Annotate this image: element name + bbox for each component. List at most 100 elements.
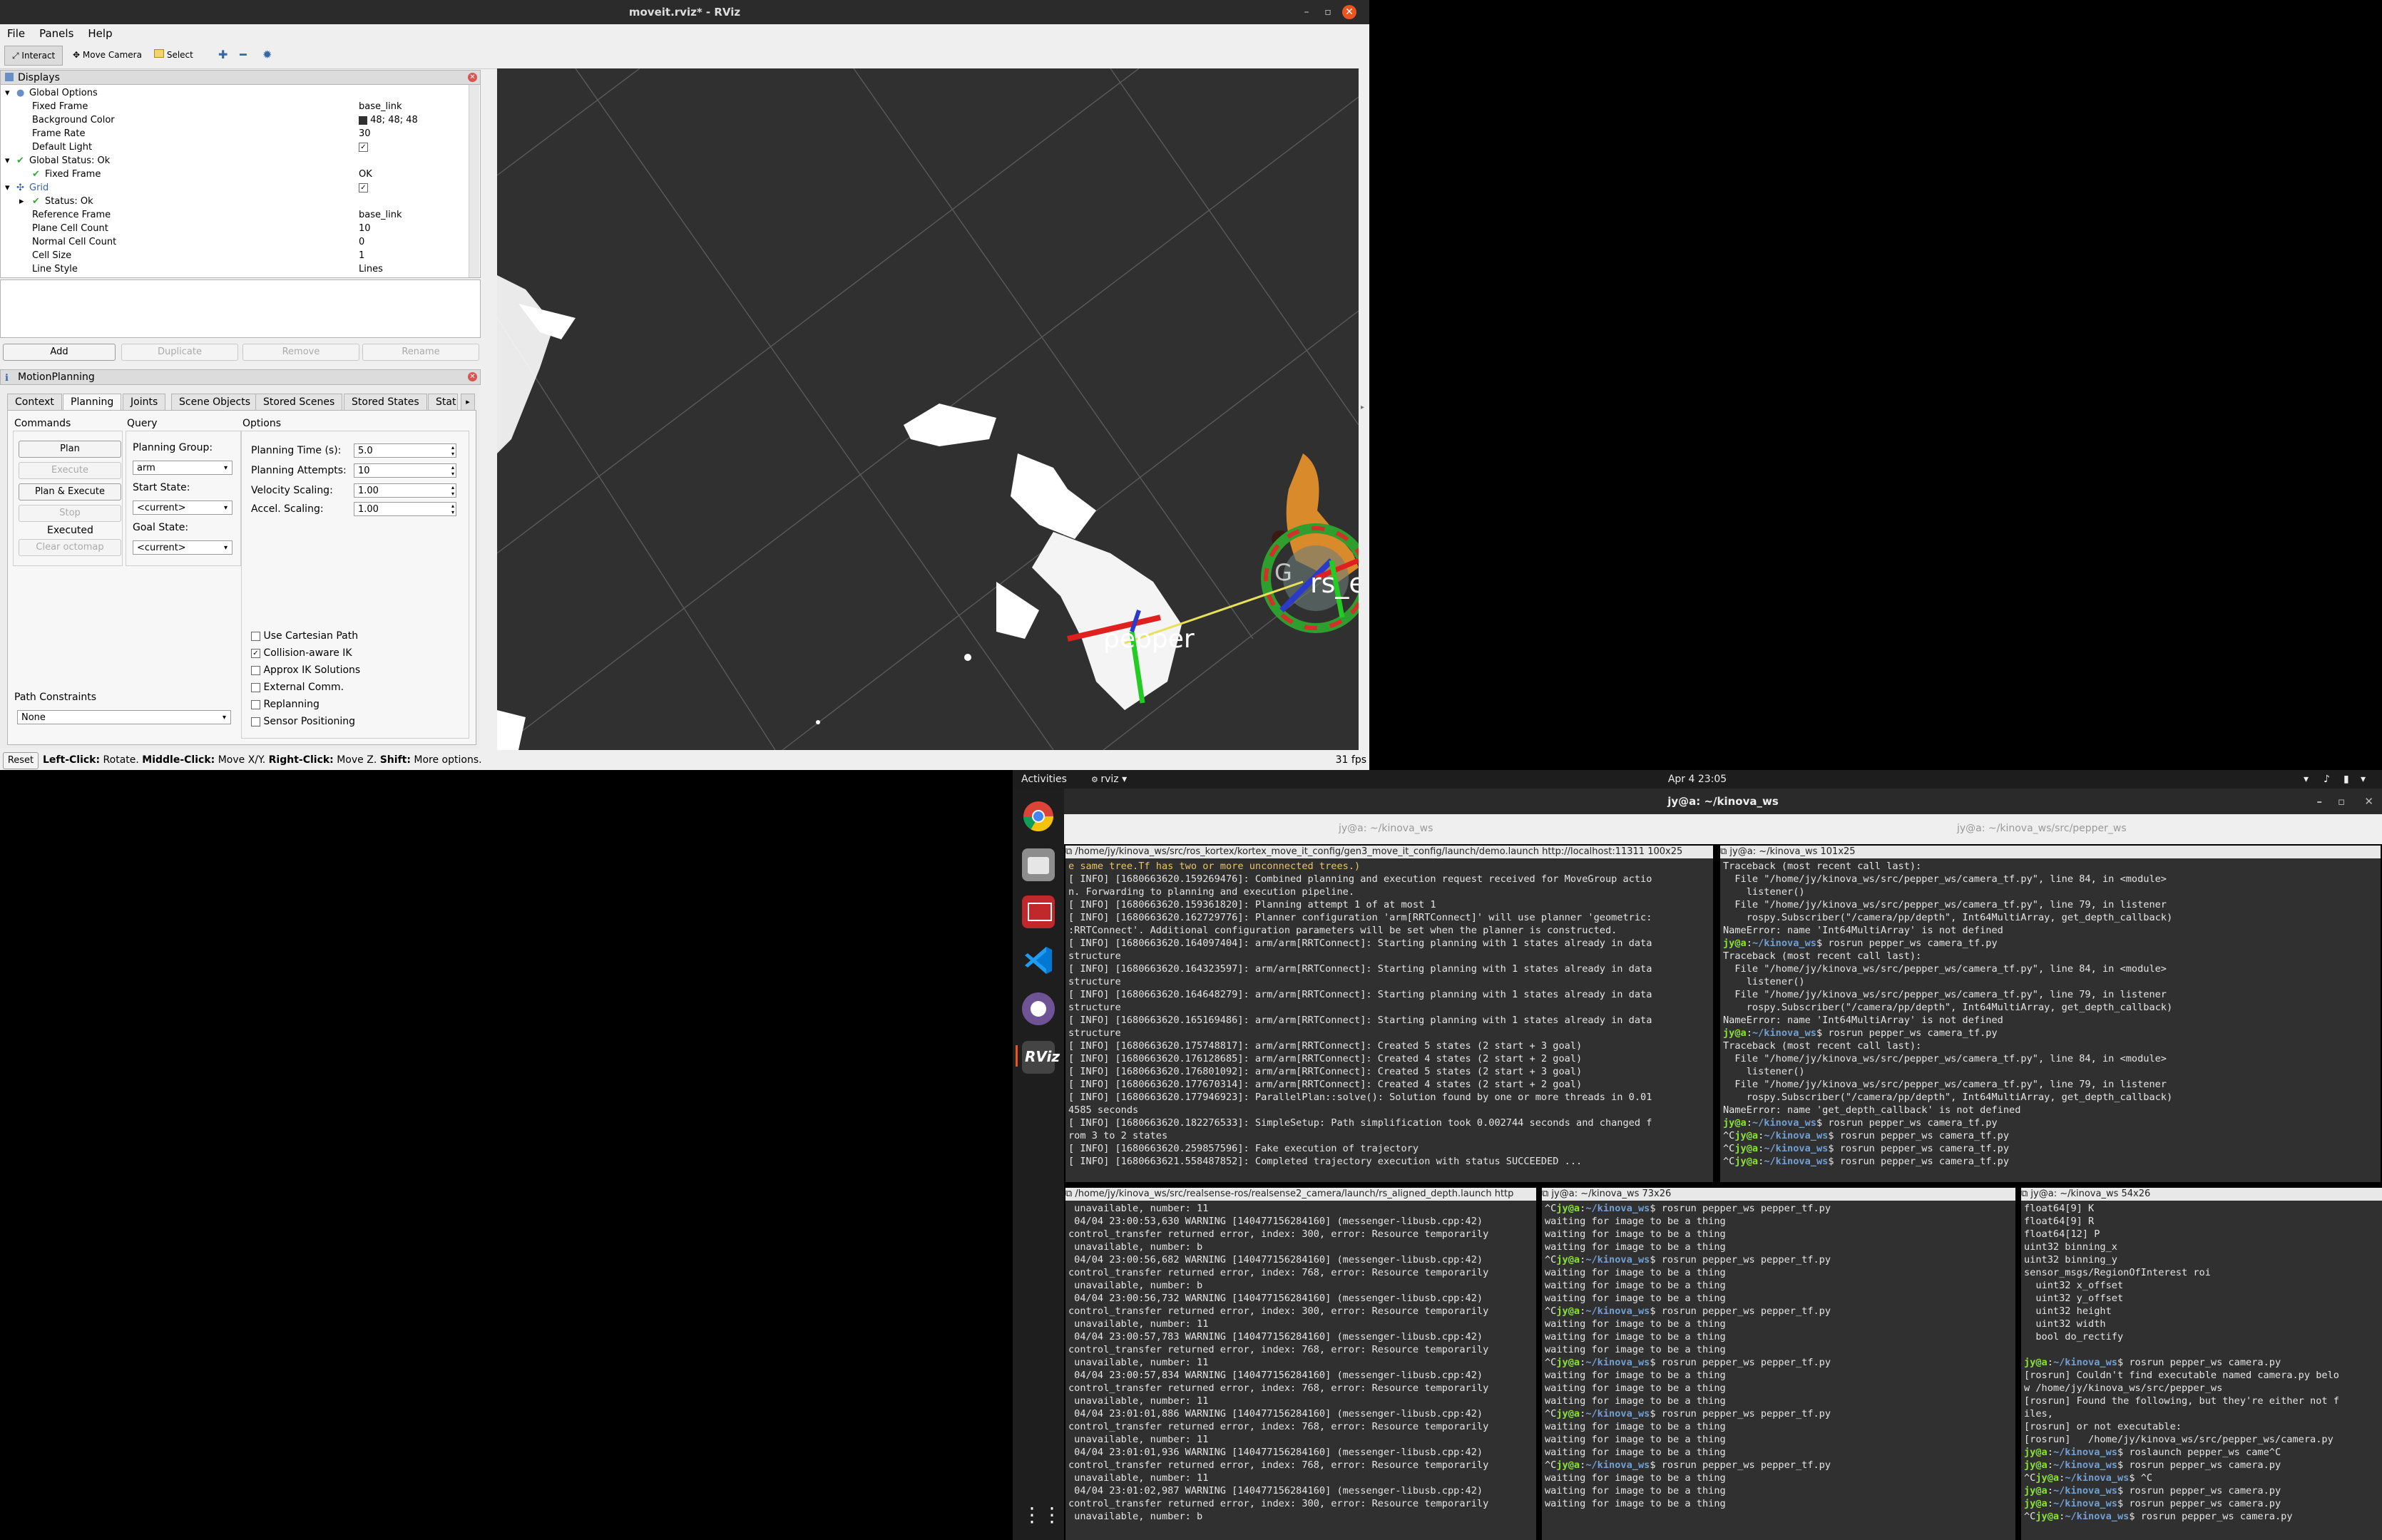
use-cartesian-path-checkbox[interactable]: Use Cartesian Path (251, 630, 358, 642)
planning-group-select[interactable]: arm ▾ (133, 461, 232, 475)
tree-row-global-status[interactable]: ▾ ✔ Global Status: Ok (1, 154, 471, 168)
expand-icon[interactable]: ▾ (5, 154, 10, 168)
network-icon[interactable]: ▾ (2304, 770, 2309, 789)
tree-row-line-style[interactable]: Line Style Lines (1, 262, 471, 276)
expand-icon[interactable]: ▾ (5, 181, 10, 195)
planning-attempts-input[interactable]: 10 ▴ ▾ (354, 463, 456, 478)
spinbox-arrows-icon[interactable]: ▴ ▾ (451, 464, 454, 477)
tab-status[interactable]: Stat (428, 394, 458, 411)
close-icon[interactable]: ✕ (468, 372, 477, 381)
maximize-button[interactable]: ▫ (2338, 789, 2345, 814)
tree-row-grid[interactable]: ▾ ✣ Grid ✓ (1, 181, 471, 195)
tab-kinova-ws[interactable]: jy@a: ~/kinova_ws (1339, 823, 1433, 834)
spinbox-arrows-icon[interactable]: ▴ ▾ (451, 503, 454, 515)
github-desktop-icon[interactable] (1022, 992, 1055, 1025)
plan-and-execute-button[interactable]: Plan & Execute (19, 483, 121, 500)
tree-row-default-light[interactable]: Default Light ✓ (1, 140, 471, 154)
tool-properties-icon[interactable]: ✹ (255, 46, 279, 64)
velocity-scaling-input[interactable]: 1.00 ▴ ▾ (354, 483, 456, 498)
plan-button[interactable]: Plan (19, 441, 121, 458)
displays-scrollbar[interactable] (469, 85, 479, 277)
duplicate-display-button[interactable]: Duplicate (121, 344, 238, 361)
execute-button[interactable]: Execute (19, 462, 121, 479)
terminal-pane-camera-tf[interactable]: ⧉ jy@a: ~/kinova_ws 101x25 Traceback (mo… (1720, 846, 2381, 1182)
terminal-line: control_transfer returned error, index: … (1068, 1382, 1489, 1394)
terminal-line: structure (1068, 950, 1121, 962)
minimize-button[interactable]: – (1299, 5, 1314, 19)
rviz-dock-icon[interactable]: RViz (1022, 1041, 1060, 1074)
clear-octomap-button[interactable]: Clear octomap (19, 539, 121, 556)
terminal-pane-realsense[interactable]: ⧉ /home/jy/kinova_ws/src/realsense-ros/r… (1065, 1188, 1536, 1540)
volume-icon[interactable]: ♪ (2324, 770, 2330, 789)
select-tool-button[interactable]: Select (147, 46, 200, 64)
expand-icon[interactable]: ▾ (5, 86, 10, 100)
menu-file[interactable]: File (0, 24, 32, 43)
replanning-checkbox[interactable]: Replanning (251, 699, 320, 710)
check-icon: ✔ (32, 196, 40, 207)
path-constraints-label: Path Constraints (14, 692, 97, 703)
default-light-checkbox[interactable]: ✓ (359, 143, 368, 152)
screenshot-tool-icon[interactable] (1022, 895, 1055, 928)
planning-time-input[interactable]: 5.0 ▴ ▾ (354, 443, 456, 458)
add-tool-icon[interactable]: ✚ (211, 46, 235, 64)
tree-row-fixed-frame[interactable]: Fixed Frame base_link (1, 100, 471, 113)
tree-row-fixed-frame-status[interactable]: ✔ Fixed Frame OK (1, 168, 471, 181)
tree-row-grid-status[interactable]: ▸ ✔ Status: Ok (1, 195, 471, 208)
3d-viewport[interactable]: rs_ee G pepper (497, 68, 1359, 750)
maximize-button[interactable]: ▫ (1321, 5, 1335, 19)
minimize-button[interactable]: – (2317, 789, 2323, 814)
show-applications-icon[interactable]: ⋮⋮ (1022, 1499, 1062, 1531)
tree-row-frame-rate[interactable]: Frame Rate 30 (1, 127, 471, 140)
reset-button[interactable]: Reset (3, 752, 39, 769)
remove-tool-icon[interactable]: ━ (232, 46, 254, 64)
vscode-icon[interactable] (1022, 944, 1055, 977)
move-camera-tool-button[interactable]: ✥ Move Camera (66, 46, 149, 64)
menu-panels[interactable]: Panels (32, 24, 81, 43)
tree-row-background-color[interactable]: Background Color 48; 48; 48 (1, 113, 471, 127)
terminal-pane-moveit[interactable]: ⧉ /home/jy/kinova_ws/src/ros_kortex/kort… (1065, 846, 1713, 1182)
close-button[interactable]: ✕ (2364, 789, 2373, 814)
fps-counter: 31 fps (1335, 754, 1366, 766)
system-menu-icon[interactable]: ▾ (2361, 770, 2366, 789)
path-constraints-select[interactable]: None ▾ (17, 710, 231, 724)
terminal-pane-pepper-tf[interactable]: ⧉ jy@a: ~/kinova_ws 73x26 ^Cjy@a:~/kinov… (1542, 1188, 2015, 1540)
interact-tool-button[interactable]: ⤢ Interact (4, 46, 63, 66)
tab-context[interactable]: Context (7, 394, 62, 411)
tab-planning[interactable]: Planning (63, 394, 122, 411)
spinbox-arrows-icon[interactable]: ▴ ▾ (451, 444, 454, 457)
accel-scaling-input[interactable]: 1.00 ▴ ▾ (354, 502, 456, 516)
tabs-scroll-right-icon[interactable]: ▸ (461, 394, 475, 411)
chrome-icon[interactable] (1022, 800, 1055, 833)
tab-joints[interactable]: Joints (123, 394, 166, 411)
external-comm-checkbox[interactable]: External Comm. (251, 682, 344, 693)
tree-row-plane-cell-count[interactable]: Plane Cell Count 10 (1, 222, 471, 235)
tree-row-cell-size[interactable]: Cell Size 1 (1, 249, 471, 262)
battery-icon[interactable]: ▮ (2343, 770, 2349, 789)
spinbox-arrows-icon[interactable]: ▴ ▾ (451, 484, 454, 497)
stop-button[interactable]: Stop (19, 505, 121, 522)
right-dock-collapse-handle[interactable]: ▸ (1359, 68, 1369, 750)
terminal-pane-camera[interactable]: ⧉ jy@a: ~/kinova_ws 54x26 float64[9] K fl… (2021, 1188, 2382, 1540)
rename-display-button[interactable]: Rename (362, 344, 479, 361)
tab-stored-scenes[interactable]: Stored Scenes (255, 394, 343, 411)
tree-row-global-options[interactable]: ▾ ● Global Options (1, 86, 471, 100)
tab-scene-objects[interactable]: Scene Objects (171, 394, 259, 411)
tree-row-reference-frame[interactable]: Reference Frame base_link (1, 208, 471, 222)
expand-icon[interactable]: ▸ (19, 195, 24, 208)
collision-aware-ik-checkbox[interactable]: ✓ Collision-aware IK (251, 647, 352, 659)
close-button[interactable]: ✕ (1342, 5, 1356, 19)
tab-pepper-ws[interactable]: jy@a: ~/kinova_ws/src/pepper_ws (1957, 823, 2127, 834)
menu-help[interactable]: Help (81, 24, 119, 43)
approx-ik-solutions-checkbox[interactable]: Approx IK Solutions (251, 664, 360, 676)
remove-display-button[interactable]: Remove (242, 344, 359, 361)
goal-state-select[interactable]: <current> ▾ (133, 540, 232, 555)
start-state-select[interactable]: <current> ▾ (133, 500, 232, 515)
close-icon[interactable]: ✕ (468, 73, 477, 82)
tree-row-normal-cell-count[interactable]: Normal Cell Count 0 (1, 235, 471, 249)
clock[interactable]: Apr 4 23:05 (1013, 770, 2382, 789)
tab-stored-states[interactable]: Stored States (344, 394, 427, 411)
add-display-button[interactable]: Add (3, 344, 116, 361)
sensor-positioning-checkbox[interactable]: Sensor Positioning (251, 716, 355, 727)
files-icon[interactable] (1022, 848, 1055, 881)
grid-enabled-checkbox[interactable]: ✓ (359, 183, 368, 192)
